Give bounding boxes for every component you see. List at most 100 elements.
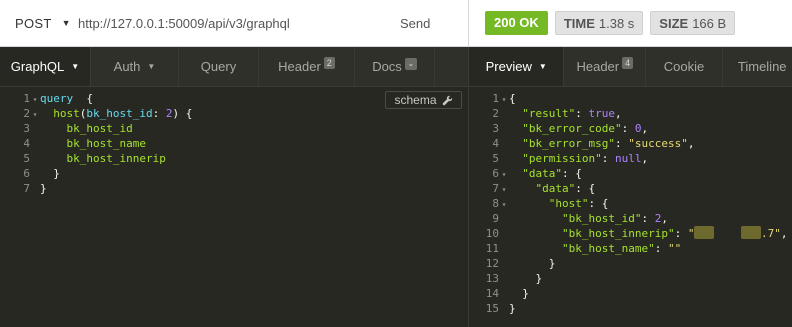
code-token: query	[40, 92, 74, 105]
code-token: ) {	[172, 107, 193, 120]
tab-label: Header	[576, 59, 620, 74]
code-token: :	[621, 122, 635, 135]
tab-auth[interactable]: Auth ▼	[91, 47, 179, 86]
tab-preview[interactable]: Preview ▼	[469, 47, 565, 86]
method-select[interactable]: POST ▼	[0, 16, 78, 31]
code-token: "permission"	[522, 152, 602, 165]
code-token: }	[509, 272, 543, 285]
line-number: 9	[492, 212, 499, 225]
tab-label: Auth	[113, 59, 141, 74]
code-token: "data"	[535, 182, 576, 195]
url-input[interactable]: http://127.0.0.1:50009/api/v3/graphql	[78, 16, 400, 31]
code-token: .7"	[760, 227, 781, 240]
code-token: "bk_host_id"	[561, 212, 642, 225]
size-value: 166 B	[692, 16, 727, 31]
code-token: }	[40, 182, 47, 195]
redacted-block	[740, 226, 761, 239]
query-line: 5 bk_host_innerip	[0, 151, 468, 166]
response-line: 15}	[469, 301, 792, 316]
code-token: "success"	[628, 137, 688, 150]
tab-graphql[interactable]: GraphQL ▼	[0, 47, 91, 86]
code-token: bk_host_innerip	[66, 152, 166, 165]
fold-toggle-icon[interactable]: ▾	[499, 197, 509, 212]
line-number: 5	[492, 152, 499, 165]
method-label: POST	[15, 15, 52, 31]
tab-header[interactable]: Header 2	[259, 47, 355, 86]
tab-cookie[interactable]: Cookie	[646, 47, 723, 86]
line-number: 3	[492, 122, 499, 135]
schema-label: schema	[394, 93, 437, 107]
query-editor[interactable]: 1 ▾ query {2 ▾ host(bk_host_id: 2) {3 bk_ho…	[0, 88, 468, 327]
code-token: bk_host_name	[66, 137, 146, 150]
tab-response-header[interactable]: Header 4	[564, 47, 647, 86]
code-token: : {	[575, 182, 596, 195]
code-token: "bk_host_name"	[561, 242, 655, 255]
query-line: 7}	[0, 181, 468, 196]
pane-divider	[468, 47, 469, 327]
response-line: 10 "bk_host_innerip": " .7",	[469, 226, 792, 241]
tab-timeline[interactable]: Timeline	[723, 47, 792, 86]
response-line: 12 }	[469, 256, 792, 271]
response-line: 13 }	[469, 271, 792, 286]
code-token: "host"	[548, 197, 589, 210]
code-token: :	[601, 152, 615, 165]
code-token: "bk_error_code"	[522, 122, 622, 135]
response-line: 14 }	[469, 286, 792, 301]
code-token: }	[509, 287, 529, 300]
header-count-badge: 2	[323, 56, 335, 69]
response-line: 4 "bk_error_msg": "success",	[469, 136, 792, 151]
code-token: :	[575, 107, 589, 120]
fold-toggle-icon[interactable]: ▾	[30, 92, 40, 107]
wrench-icon	[442, 95, 452, 105]
line-number: 1	[492, 92, 499, 105]
response-line: 2 "result": true,	[469, 106, 792, 121]
line-number: 2	[23, 107, 30, 120]
code-token: bk_host_id	[66, 122, 133, 135]
line-number: 10	[485, 227, 499, 240]
response-line: 11 "bk_host_name": ""	[469, 241, 792, 256]
query-line: 4 bk_host_name	[0, 136, 468, 151]
time-value: 1.38 s	[598, 16, 635, 31]
code-token: host	[53, 107, 80, 120]
caret-down-icon: ▼	[538, 62, 547, 71]
code-token: ""	[667, 242, 682, 255]
send-button[interactable]: Send	[400, 16, 468, 31]
line-number: 15	[485, 302, 499, 315]
response-line: 5 "permission": null,	[469, 151, 792, 166]
response-bar: 200 OK TIME 1.38 s SIZE 166 B	[469, 0, 792, 46]
query-line: 3 bk_host_id	[0, 121, 468, 136]
line-number: 7	[492, 182, 499, 195]
tab-label: Docs	[372, 59, 402, 74]
fold-toggle-icon[interactable]: ▾	[30, 107, 40, 122]
line-number: 1	[23, 92, 30, 105]
response-line: 6 ▾ "data": {	[469, 166, 792, 181]
code-token: }	[509, 257, 556, 270]
size-label: SIZE	[659, 16, 689, 31]
line-number: 5	[23, 152, 30, 165]
code-token: {	[73, 92, 93, 105]
caret-down-icon: ▼	[71, 62, 80, 71]
code-token: :	[614, 137, 629, 150]
code-token: :	[674, 227, 688, 240]
fold-toggle-icon[interactable]: ▾	[499, 182, 509, 197]
code-token: ,	[641, 122, 649, 135]
fold-toggle-icon[interactable]: ▾	[499, 92, 509, 107]
code-token: : {	[562, 167, 582, 180]
line-number: 6	[23, 167, 30, 180]
line-number: 8	[492, 197, 499, 210]
schema-button[interactable]: schema	[385, 91, 462, 109]
tab-label: Header	[278, 59, 321, 74]
code-token: : {	[588, 197, 609, 210]
fold-toggle-icon[interactable]: ▾	[499, 167, 509, 182]
tab-query[interactable]: Query	[179, 47, 259, 86]
tab-docs[interactable]: Docs ⌄	[355, 47, 435, 86]
